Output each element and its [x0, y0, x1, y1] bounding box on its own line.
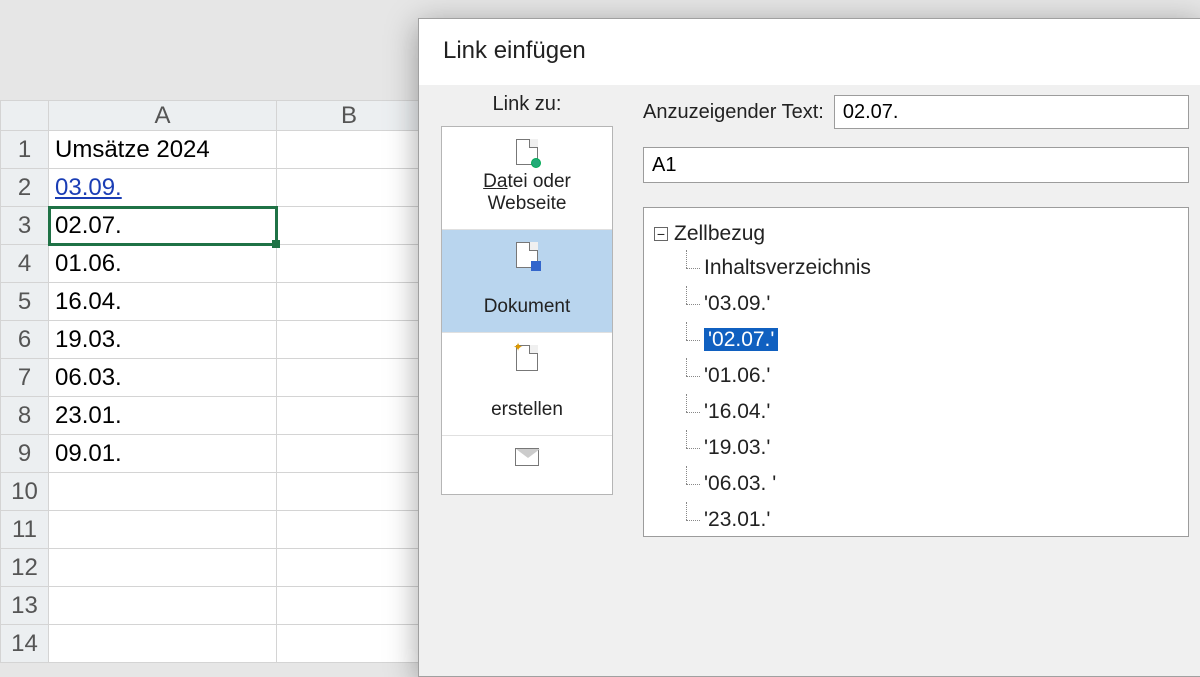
spreadsheet: A B 1Umsätze 2024203.09.302.07.401.06.51…: [0, 100, 422, 663]
link-to-file-or-web-label: Datei oderWebseite: [483, 171, 571, 214]
row-header[interactable]: 7: [1, 359, 49, 397]
cell[interactable]: [277, 321, 422, 359]
cell[interactable]: [277, 131, 422, 169]
col-header-A[interactable]: A: [49, 101, 277, 131]
cell[interactable]: [277, 549, 422, 587]
row-header[interactable]: 1: [1, 131, 49, 169]
cell[interactable]: 19.03.: [49, 321, 277, 359]
cell[interactable]: [277, 511, 422, 549]
cell-reference-input[interactable]: [643, 147, 1189, 183]
grid-table: A B 1Umsätze 2024203.09.302.07.401.06.51…: [0, 100, 422, 663]
cell[interactable]: 03.09.: [49, 169, 277, 207]
link-to-new-document-label: erstellen: [491, 399, 563, 420]
cell[interactable]: [49, 473, 277, 511]
row-header[interactable]: 4: [1, 245, 49, 283]
display-text-label: Anzuzeigender Text:: [643, 101, 824, 124]
row-header[interactable]: 14: [1, 625, 49, 663]
tree-item[interactable]: '23.01.': [674, 502, 1182, 537]
insert-link-dialog: Link einfügen Link zu: Datei oderWebseit…: [418, 18, 1200, 677]
cell[interactable]: [277, 169, 422, 207]
link-to-email-address[interactable]: [442, 436, 612, 494]
cell[interactable]: [277, 245, 422, 283]
row-header[interactable]: 8: [1, 397, 49, 435]
cell[interactable]: 16.04.: [49, 283, 277, 321]
cell[interactable]: [277, 587, 422, 625]
cell[interactable]: 01.06.: [49, 245, 277, 283]
cell[interactable]: [277, 397, 422, 435]
tree-root-zellbezug[interactable]: −Zellbezug Inhaltsverzeichnis'03.09.''02…: [650, 216, 1182, 537]
cell[interactable]: [277, 283, 422, 321]
link-to-options: Datei oderWebseite Dokument ✦ erstellen: [441, 126, 613, 495]
link-to-panel: Link zu: Datei oderWebseite Dokument ✦ e…: [419, 85, 621, 672]
cell[interactable]: 02.07.: [49, 207, 277, 245]
tree-item[interactable]: '06.03. ': [674, 466, 1182, 502]
link-details-panel: Anzuzeigender Text: −Zellbezug Inhaltsve…: [621, 85, 1200, 672]
file-web-icon: [514, 139, 540, 165]
cell[interactable]: 06.03.: [49, 359, 277, 397]
cell[interactable]: Umsätze 2024: [49, 131, 277, 169]
row-header[interactable]: 13: [1, 587, 49, 625]
select-all-corner[interactable]: [1, 101, 49, 131]
row-header[interactable]: 9: [1, 435, 49, 473]
row-header[interactable]: 12: [1, 549, 49, 587]
cell[interactable]: [277, 359, 422, 397]
link-to-label: Link zu:: [441, 93, 613, 116]
cell[interactable]: [277, 473, 422, 511]
link-to-new-document[interactable]: ✦ erstellen: [442, 333, 612, 436]
link-to-file-or-web[interactable]: Datei oderWebseite: [442, 127, 612, 230]
row-header[interactable]: 11: [1, 511, 49, 549]
new-document-icon: ✦: [514, 345, 540, 371]
dialog-title: Link einfügen: [419, 19, 1200, 85]
display-text-input[interactable]: [834, 95, 1189, 129]
cell[interactable]: [49, 625, 277, 663]
cell[interactable]: [49, 511, 277, 549]
row-header[interactable]: 2: [1, 169, 49, 207]
col-header-B[interactable]: B: [277, 101, 422, 131]
row-header[interactable]: 3: [1, 207, 49, 245]
tree-item[interactable]: '19.03.': [674, 430, 1182, 466]
row-header[interactable]: 6: [1, 321, 49, 359]
tree-item[interactable]: '02.07.': [674, 322, 1182, 358]
cell[interactable]: [49, 549, 277, 587]
cell[interactable]: 09.01.: [49, 435, 277, 473]
cell[interactable]: 23.01.: [49, 397, 277, 435]
row-header[interactable]: 10: [1, 473, 49, 511]
tree-item[interactable]: '01.06.': [674, 358, 1182, 394]
cell[interactable]: [49, 587, 277, 625]
row-header[interactable]: 5: [1, 283, 49, 321]
document-place-tree[interactable]: −Zellbezug Inhaltsverzeichnis'03.09.''02…: [643, 207, 1189, 537]
cell[interactable]: [277, 207, 422, 245]
link-to-current-document[interactable]: Dokument: [442, 230, 612, 333]
cell[interactable]: [277, 435, 422, 473]
tree-item[interactable]: '16.04.': [674, 394, 1182, 430]
tree-collapse-icon[interactable]: −: [654, 227, 668, 241]
tree-item[interactable]: Inhaltsverzeichnis: [674, 250, 1182, 286]
email-icon: [514, 448, 540, 474]
link-to-current-document-label: Dokument: [484, 296, 571, 317]
tree-item[interactable]: '03.09.': [674, 286, 1182, 322]
current-document-icon: [514, 242, 540, 268]
cell[interactable]: [277, 625, 422, 663]
